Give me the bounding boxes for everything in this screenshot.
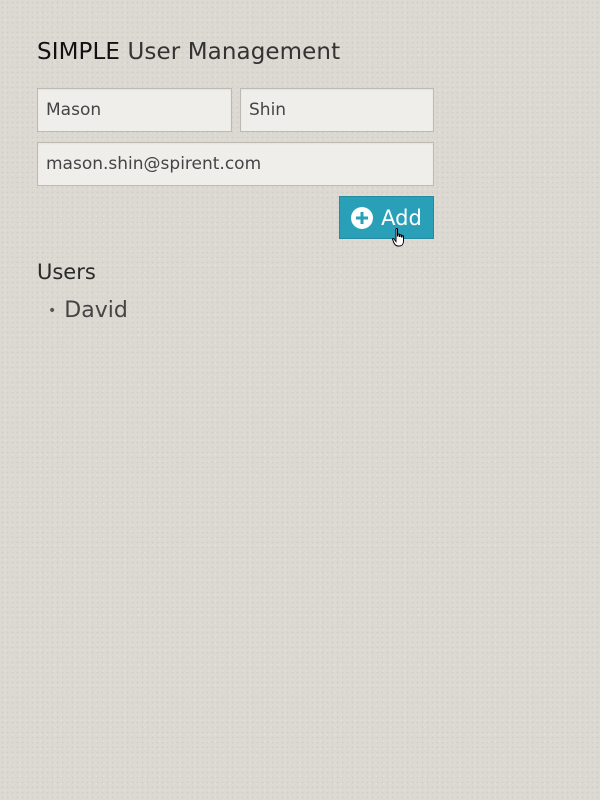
user-management-app: SIMPLE User Management Add Users <box>37 38 437 325</box>
last-name-input[interactable] <box>240 88 434 132</box>
user-name: David <box>64 298 128 323</box>
form-actions: Add <box>37 196 434 239</box>
add-user-form: Add <box>37 88 437 239</box>
users-heading: Users <box>37 260 96 284</box>
user-list-item: • David <box>48 297 437 325</box>
add-user-button[interactable]: Add <box>339 196 434 239</box>
first-name-input[interactable] <box>37 88 232 132</box>
plus-circle-icon <box>351 206 374 229</box>
page-title: SIMPLE User Management <box>37 38 437 66</box>
brand-text: SIMPLE <box>37 39 121 65</box>
email-input[interactable] <box>37 142 434 186</box>
add-button-label: Add <box>381 205 422 230</box>
title-text: User Management <box>127 39 341 65</box>
bullet-icon: • <box>48 303 57 319</box>
name-row <box>37 88 437 132</box>
user-list: • David <box>37 297 437 325</box>
